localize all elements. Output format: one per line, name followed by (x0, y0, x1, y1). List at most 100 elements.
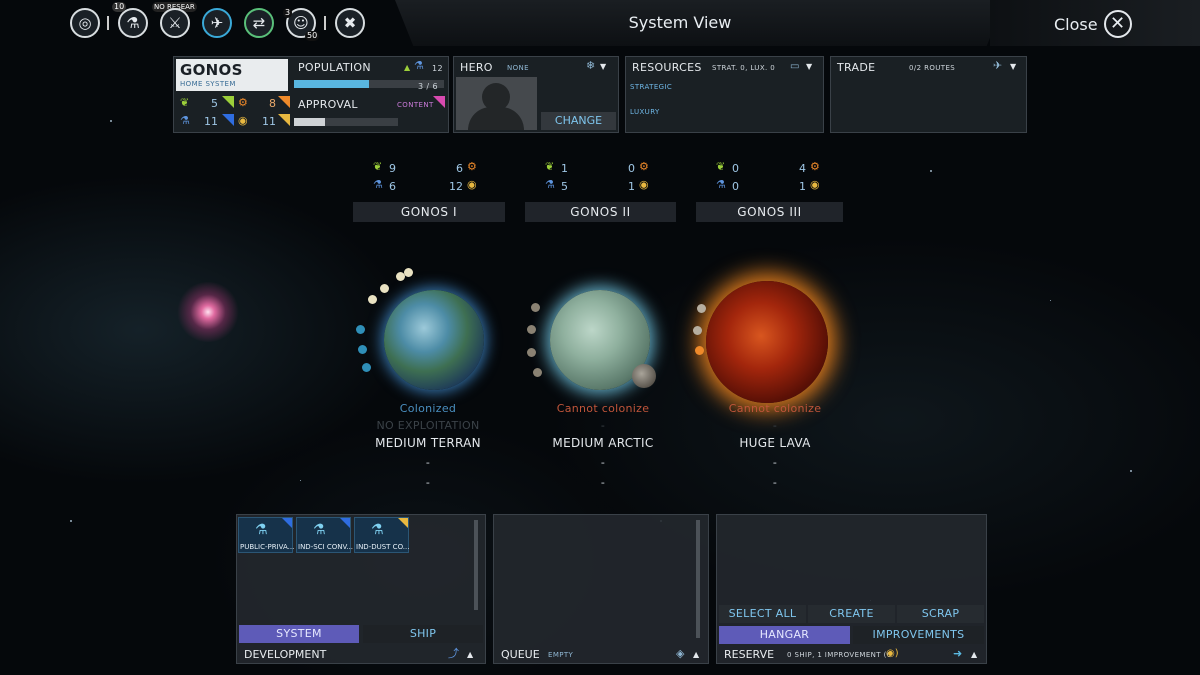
resources-dropdown-icon[interactable]: ▼ (806, 61, 812, 73)
approval-status: CONTENT (397, 101, 434, 109)
top-bar: ◎ ⚗ 10 NO RESEAR ⚔ ✈ ⇄ ☺ 3 50 ✖ System V… (0, 0, 1200, 46)
planet-gonos-3[interactable] (706, 281, 828, 403)
improvement-label: PUBLIC-PRIVA... (240, 543, 295, 551)
planet-gonos-1[interactable] (384, 290, 484, 390)
reserve-collapse-icon[interactable]: ▲ (971, 649, 977, 661)
planet-status: Colonized (399, 402, 457, 415)
improvement-label: IND-SCI CONV... (298, 543, 354, 551)
system-dust: 11 (262, 115, 276, 128)
tab-ship[interactable]: SHIP (363, 625, 483, 643)
exploitation-slot[interactable] (380, 284, 389, 293)
planet-status: Cannot colonize (728, 402, 822, 415)
queue-icon[interactable]: ◈ (676, 648, 684, 660)
queue-panel (493, 514, 709, 664)
population-label: POPULATION (298, 61, 371, 74)
trade-dropdown-icon[interactable]: ▼ (1010, 61, 1016, 73)
planet-name[interactable]: GONOS I (353, 202, 505, 222)
military-icon[interactable]: ⚔ (160, 8, 190, 38)
hero-settings-icon[interactable]: ❄ (586, 60, 595, 72)
tab-improvements[interactable]: IMPROVEMENTS (853, 626, 984, 644)
resources-filter-icon[interactable]: ▭ (790, 61, 799, 73)
industry-icon: ⚙ (238, 96, 248, 109)
improvement-item[interactable]: ⚗ PUBLIC-PRIVA... (238, 517, 295, 553)
planet-name[interactable]: GONOS III (696, 202, 843, 222)
hero-value: NONE (507, 64, 530, 72)
development-collapse-icon[interactable]: ▲ (467, 649, 473, 661)
queue-scrollbar[interactable] (696, 520, 700, 638)
planet-food: 1 (561, 162, 568, 175)
exploitation-slot[interactable] (531, 303, 540, 312)
close-button[interactable]: Close ✕ (1054, 10, 1132, 38)
planet-detail: - (772, 476, 778, 489)
exploitation-slot[interactable] (404, 268, 413, 277)
trade-ship-icon[interactable]: ✈ (993, 60, 1002, 72)
planet-dust-icon: ◉ (467, 178, 477, 191)
food-marker (222, 96, 234, 108)
improvement-marker (398, 518, 408, 528)
improvement-item[interactable]: ⚗ IND-DUST CO... (354, 517, 409, 553)
improvement-marker (340, 518, 350, 528)
planet-detail: - (425, 456, 431, 469)
population-growth: 12 (432, 64, 443, 73)
exploitation-slot[interactable] (695, 346, 704, 355)
graph-icon[interactable]: ⤴ (448, 648, 459, 660)
science-icon: ⚗ (180, 114, 190, 127)
planet-detail: - (772, 456, 778, 469)
improvement-item[interactable]: ⚗ IND-SCI CONV... (296, 517, 354, 553)
planet-industry: 4 (799, 162, 806, 175)
planet-exploitation: NO EXPLOITATION (376, 419, 480, 432)
system-science: 11 (204, 115, 218, 128)
hero-change-button[interactable]: CHANGE (541, 112, 616, 130)
exploitation-slot[interactable] (527, 348, 536, 357)
tab-hangar[interactable]: HANGAR (719, 626, 850, 644)
trade-icon[interactable]: ⇄ (244, 8, 274, 38)
reserve-arrow-icon[interactable]: ➜ (953, 648, 962, 660)
improvement-label: IND-DUST CO... (356, 543, 410, 551)
population-badge-2: 50 (305, 31, 320, 41)
tab-system[interactable]: SYSTEM (239, 625, 359, 643)
reserve-label: RESERVE (724, 648, 775, 661)
research-icon[interactable]: ⚗ (118, 8, 148, 38)
planet-science: 5 (561, 180, 568, 193)
star (1130, 470, 1132, 472)
hero-dropdown-icon[interactable]: ▼ (600, 61, 606, 73)
growth-icon: ▲ (404, 63, 411, 72)
development-scrollbar[interactable] (474, 520, 478, 610)
trade-label: TRADE (837, 61, 876, 74)
exploitation-slot[interactable] (697, 304, 706, 313)
scrap-button[interactable]: SCRAP (897, 605, 984, 623)
exploitation-slot[interactable] (368, 295, 377, 304)
industry-marker (278, 96, 290, 108)
approval-marker (433, 96, 445, 108)
exploitation-slot[interactable] (693, 326, 702, 335)
planet-science-icon: ⚗ (373, 178, 383, 191)
exploitation-slot[interactable] (533, 368, 542, 377)
planet-detail: - (600, 476, 606, 489)
close-label: Close (1054, 14, 1098, 34)
galaxy-icon (176, 282, 240, 342)
queue-collapse-icon[interactable]: ▲ (693, 649, 699, 661)
population-badge: 3 (283, 8, 293, 18)
dust-marker (278, 114, 290, 126)
planet-food: 9 (389, 162, 396, 175)
planet-food-icon: ❦ (716, 160, 726, 173)
exploitation-slot[interactable] (362, 363, 371, 372)
planet-name[interactable]: GONOS II (525, 202, 676, 222)
reserve-dust-icon: ◉) (886, 648, 899, 659)
exploitation-slot[interactable] (527, 325, 536, 334)
hero-portrait (456, 77, 537, 130)
create-button[interactable]: CREATE (808, 605, 895, 623)
select-all-button[interactable]: SELECT ALL (719, 605, 806, 623)
hero-label: HERO (460, 61, 493, 74)
planet-dust: 1 (799, 180, 806, 193)
system-name: GONOS (180, 61, 243, 79)
exploitation-slot[interactable] (358, 345, 367, 354)
star (1050, 300, 1051, 301)
planet-science-icon: ⚗ (545, 178, 555, 191)
planet-industry-icon: ⚙ (639, 160, 649, 173)
settings-icon[interactable]: ✖ (335, 8, 365, 38)
exploitation-slot[interactable] (356, 325, 365, 334)
queue-status: EMPTY (548, 651, 574, 659)
empire-menu-icon[interactable]: ◎ (70, 8, 100, 38)
diplomacy-icon[interactable]: ✈ (202, 8, 232, 38)
